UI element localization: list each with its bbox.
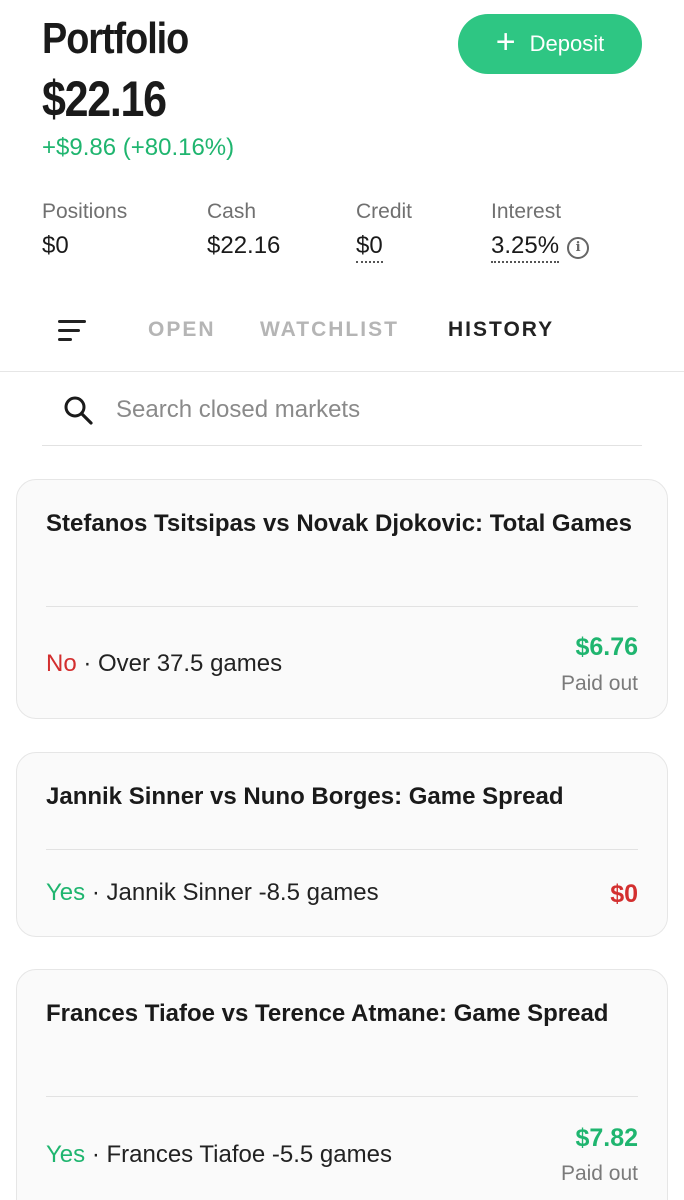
- stat-value: $0: [42, 232, 69, 259]
- position-description: No · Over 37.5 games: [46, 650, 282, 678]
- separator: ·: [85, 1141, 107, 1168]
- page-title: Portfolio: [42, 14, 189, 63]
- plus-icon: +: [495, 23, 516, 61]
- deposit-label: Deposit: [529, 31, 605, 56]
- separator: ·: [85, 879, 107, 906]
- portfolio-screen: Portfolio $22.16 +$9.86 (+80.16%) + Depo…: [0, 0, 684, 1200]
- tab-open[interactable]: OPEN: [148, 318, 216, 342]
- position-text: Over 37.5 games: [98, 650, 283, 677]
- position-text: Frances Tiafoe -5.5 games: [106, 1141, 392, 1168]
- stat-label: Interest: [491, 200, 562, 223]
- deposit-button[interactable]: + Deposit: [458, 14, 642, 74]
- market-card[interactable]: Jannik Sinner vs Nuno Borges: Game Sprea…: [16, 752, 668, 937]
- tab-history[interactable]: HISTORY: [448, 318, 554, 342]
- position-side: No: [46, 650, 77, 677]
- portfolio-tabs: OPEN WATCHLIST HISTORY: [0, 300, 684, 362]
- payout-amount: $7.82: [575, 1124, 638, 1152]
- payout-status: Paid out: [560, 1162, 638, 1185]
- position-side: Yes: [46, 1141, 86, 1168]
- market-title: Jannik Sinner vs Nuno Borges: Game Sprea…: [46, 783, 564, 810]
- market-title: Frances Tiafoe vs Terence Atmane: Game S…: [46, 1000, 609, 1027]
- card-divider: [46, 606, 638, 607]
- card-divider: [46, 1096, 638, 1097]
- stat-interest[interactable]: Interest 3.25% i: [491, 200, 590, 263]
- stat-positions: Positions $0: [42, 200, 127, 260]
- portfolio-change: +$9.86 (+80.16%): [42, 134, 235, 161]
- stat-label: Credit: [356, 200, 413, 223]
- stat-label: Cash: [207, 200, 257, 223]
- card-divider: [46, 849, 638, 850]
- stat-credit[interactable]: Credit $0: [356, 200, 412, 263]
- info-icon[interactable]: i: [567, 236, 590, 259]
- search-bar: [42, 376, 642, 446]
- filter-icon[interactable]: [58, 320, 88, 342]
- position-side: Yes: [46, 879, 86, 906]
- portfolio-header: Portfolio $22.16 +$9.86 (+80.16%) + Depo…: [0, 0, 684, 372]
- payout-amount: $6.76: [575, 633, 638, 661]
- stat-value[interactable]: $0: [356, 232, 383, 263]
- portfolio-stats: Positions $0 Cash $22.16 Credit $0 Inter…: [0, 200, 684, 270]
- search-icon: [64, 396, 93, 425]
- stat-value: $22.16: [207, 232, 281, 259]
- position-text: Jannik Sinner -8.5 games: [106, 879, 379, 906]
- payout-amount: $0: [610, 880, 638, 908]
- market-card[interactable]: Stefanos Tsitsipas vs Novak Djokovic: To…: [16, 479, 668, 719]
- separator: ·: [76, 650, 99, 677]
- position-description: Yes · Jannik Sinner -8.5 games: [46, 879, 379, 907]
- stat-value[interactable]: 3.25%: [491, 232, 560, 263]
- search-input[interactable]: [116, 390, 616, 430]
- portfolio-balance: $22.16: [42, 71, 167, 127]
- market-title: Stefanos Tsitsipas vs Novak Djokovic: To…: [46, 510, 632, 537]
- stat-cash: Cash $22.16: [207, 200, 280, 260]
- tab-watchlist[interactable]: WATCHLIST: [260, 318, 399, 342]
- position-description: Yes · Frances Tiafoe -5.5 games: [46, 1141, 392, 1169]
- stat-label: Positions: [42, 200, 128, 223]
- market-card[interactable]: Frances Tiafoe vs Terence Atmane: Game S…: [16, 969, 668, 1200]
- payout-status: Paid out: [560, 672, 638, 695]
